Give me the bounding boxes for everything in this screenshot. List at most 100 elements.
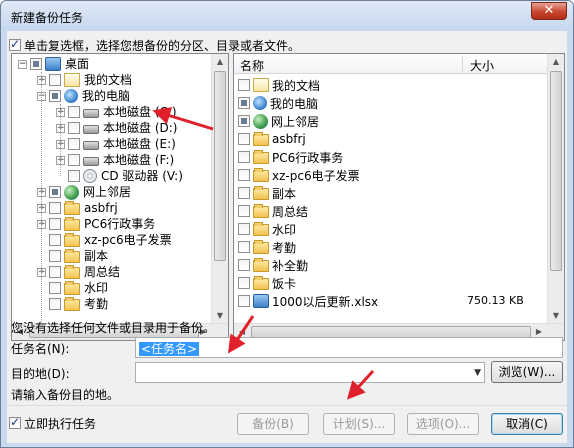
list-item[interactable]: 我的电脑 [238,94,318,112]
list-item-checkbox[interactable] [238,205,250,217]
tree-scroll-up-icon[interactable]: ▲ [212,54,228,70]
destination-combobox[interactable]: ▼ [135,362,485,383]
tree-item[interactable]: + 本地磁盘 (E:) [56,136,177,152]
tree-item-checkbox[interactable] [49,234,61,246]
tree-item[interactable]: + 本地磁盘 (F:) [56,152,175,168]
tree-item-checkbox[interactable] [49,218,61,230]
list-item[interactable]: 副本 [238,184,296,202]
tree-item-checkbox[interactable] [68,106,80,118]
list-item[interactable]: 我的文档 [238,76,320,94]
select-hint-row[interactable]: 单击复选框，选择您想备份的分区、目录或者文件。 [9,37,300,53]
list-scroll-down-icon[interactable]: ▼ [548,308,564,324]
tree-item-checkbox[interactable] [49,202,61,214]
tree-item-checkbox[interactable] [68,154,80,166]
folder-tree[interactable]: − 桌面 + 我的文档 − 我的电脑 + 本地磁盘 (C:) + 本地磁盘 (D:) + 本地磁盘 (… [11,53,229,341]
list-item-checkbox[interactable] [238,79,250,91]
list-item[interactable]: xz-pc6电子发票 [238,166,360,184]
collapse-icon[interactable]: − [18,59,27,69]
tree-scroll-thumb[interactable] [214,71,226,261]
list-item[interactable]: 网上邻居 [238,112,319,130]
list-vertical-scrollbar[interactable]: ▲ ▼ [547,54,564,324]
destination-hint: 请输入备份目的地。 [11,388,120,402]
list-item-checkbox[interactable] [238,295,250,307]
tree-item[interactable]: + 周总结 [37,264,121,280]
tree-item[interactable]: 水印 [37,280,109,296]
list-item[interactable]: 水印 [238,220,296,238]
tree-item-label: 考勤 [84,297,109,311]
list-item-name: 我的电脑 [270,96,319,111]
folder-icon [64,281,80,295]
tree-item-checkbox[interactable] [49,90,61,102]
list-item-checkbox[interactable] [238,277,250,289]
list-item-name: 周总结 [272,204,309,219]
schedule-button[interactable]: 计划(S)... [323,413,395,435]
run-now-label: 立即执行任务 [24,416,97,431]
tree-item-checkbox[interactable] [30,58,42,70]
list-item-checkbox[interactable] [238,133,250,145]
list-item-checkbox[interactable] [238,241,250,253]
tree-item-label: 周总结 [84,265,121,279]
run-now-row[interactable]: 立即执行任务 [9,415,96,431]
select-hint-label: 单击复选框，选择您想备份的分区、目录或者文件。 [24,38,301,53]
list-item-checkbox[interactable] [238,223,250,235]
tree-item[interactable]: + 网上邻居 [37,184,132,200]
list-item[interactable]: 考勤 [238,238,296,256]
tree-item-checkbox[interactable] [68,122,80,134]
tree-item[interactable]: + 我的文档 [37,72,133,88]
tree-item-label: 桌面 [65,57,90,71]
tree-item[interactable]: − 我的电脑 [37,88,131,104]
list-item[interactable]: 饭卡 [238,274,296,292]
options-button[interactable]: 选项(O)... [407,413,479,435]
list-item-checkbox[interactable] [238,151,250,163]
list-scroll-up-icon[interactable]: ▲ [548,54,564,70]
tree-item[interactable]: + PC6行政事务 [37,216,156,232]
list-item[interactable]: PC6行政事务 [238,148,343,166]
tree-item-checkbox[interactable] [68,138,80,150]
column-header-name[interactable]: 名称 [240,57,264,74]
close-button[interactable]: ✕ [531,2,567,20]
tree-item[interactable]: + 本地磁盘 (D:) [56,120,178,136]
list-item[interactable]: asbfrj [238,130,306,148]
tree-item[interactable]: + 本地磁盘 (C:) [56,104,178,120]
list-item-checkbox[interactable] [238,115,250,127]
list-item-checkbox[interactable] [238,97,250,109]
list-item[interactable]: 1000以后更新.xlsx [238,292,378,310]
file-list[interactable]: 名称 大小 我的文档我的电脑网上邻居 asbfrj PC6行政事务 xz-pc6电子发… [233,53,565,341]
browse-button[interactable]: 浏览(W)... [491,361,563,383]
tree-item-checkbox[interactable] [49,186,61,198]
tree-item-checkbox[interactable] [49,282,61,294]
task-name-input[interactable]: <任务名> [135,337,563,358]
tree-vertical-scrollbar[interactable]: ▲ ▼ [211,54,228,324]
title-bar[interactable]: 新建备份任务 ✕ [1,1,573,31]
tree-item[interactable]: + asbfrj [37,200,119,216]
tree-item[interactable]: CD 驱动器 (V:) [56,168,184,184]
dropdown-arrow-icon[interactable]: ▼ [474,368,481,378]
list-item-name: 网上邻居 [271,114,320,129]
run-now-checkbox[interactable] [9,415,21,429]
destination-label: 目的地(D): [11,367,70,381]
cancel-button[interactable]: 取消(C) [491,413,563,435]
list-item-checkbox[interactable] [238,259,250,271]
list-item[interactable]: 补全勤 [238,256,308,274]
tree-item-checkbox[interactable] [49,74,61,86]
list-scroll-thumb[interactable] [550,71,562,271]
tree-item[interactable]: 副本 [37,248,109,264]
list-item-name: xz-pc6电子发票 [272,168,360,183]
select-hint-checkbox[interactable] [9,37,21,51]
list-item[interactable]: 周总结 [238,202,308,220]
tree-item-label: 本地磁盘 (C:) [103,105,177,119]
list-item-checkbox[interactable] [238,187,250,199]
tree-item-checkbox[interactable] [49,298,61,310]
tree-item-checkbox[interactable] [68,170,80,182]
list-item-checkbox[interactable] [238,169,250,181]
tree-item-checkbox[interactable] [49,250,61,262]
column-header-size[interactable]: 大小 [470,57,494,74]
tree-item-checkbox[interactable] [49,266,61,278]
tree-item[interactable]: xz-pc6电子发票 [37,232,173,248]
backup-button[interactable]: 备份(B) [237,413,309,435]
tree-item[interactable]: − 桌面 [18,56,90,72]
tree-item[interactable]: 考勤 [37,296,109,312]
tree-item-label: 本地磁盘 (F:) [103,153,175,167]
column-separator[interactable] [462,56,463,72]
task-name-label: 任务名(N): [11,342,70,356]
